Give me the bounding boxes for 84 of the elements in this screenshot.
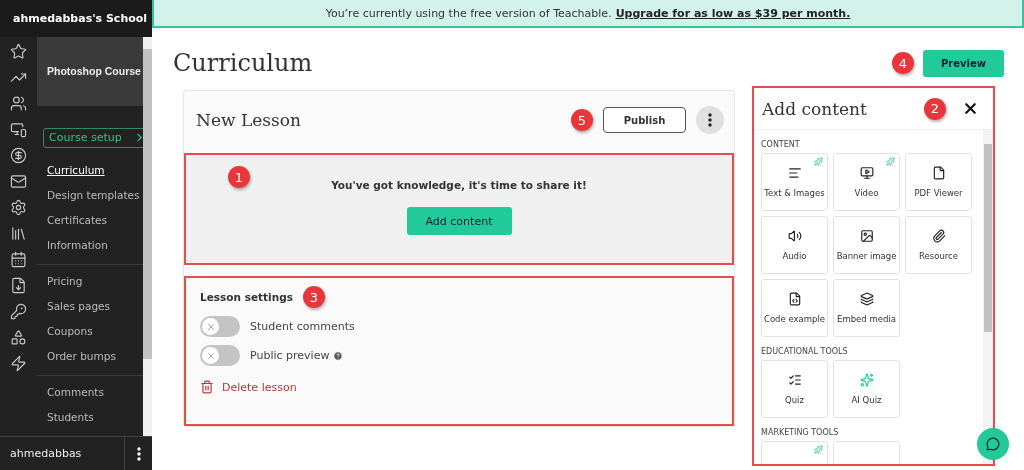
- shapes-icon[interactable]: [10, 329, 27, 346]
- content-tile[interactable]: Video: [833, 153, 900, 211]
- toggle-label: Student comments: [250, 320, 355, 333]
- sparkle-icon: [814, 157, 823, 166]
- chat-icon: [986, 437, 1000, 451]
- nav-item[interactable]: Curriculum: [47, 158, 143, 183]
- mail-icon[interactable]: [10, 173, 27, 190]
- calendar-icon[interactable]: [10, 251, 27, 268]
- toggle-switch[interactable]: [200, 345, 240, 366]
- toggle-label: Public preview: [250, 349, 330, 362]
- page-title: Curriculum: [173, 49, 313, 77]
- devices-icon[interactable]: [10, 121, 27, 138]
- content-tile[interactable]: Quiz: [761, 360, 828, 418]
- help-icon[interactable]: [333, 350, 344, 361]
- publish-button[interactable]: Publish: [603, 107, 686, 133]
- nav-item[interactable]: Comments: [47, 380, 143, 405]
- course-title: Photoshop Course: [37, 37, 143, 106]
- checklist-icon: [787, 373, 802, 387]
- scrollbar-thumb[interactable]: [143, 49, 152, 359]
- more-icon: [708, 113, 712, 127]
- more-icon: [136, 446, 141, 461]
- banner-text: You’re currently using the free version of Teachable.: [325, 6, 612, 20]
- content-tile[interactable]: Embed media: [833, 279, 900, 337]
- settings-icon[interactable]: [10, 199, 27, 216]
- code-icon: [787, 292, 802, 306]
- close-icon: [962, 100, 979, 117]
- video-icon: [859, 166, 874, 180]
- trash-icon: [200, 380, 214, 394]
- nav-item[interactable]: Certificates: [47, 208, 143, 233]
- user-name: ahmedabbas: [10, 447, 82, 460]
- upgrade-link[interactable]: Upgrade for as low as $39 per month.: [615, 6, 851, 20]
- empty-state-message: You've got knowledge, it's time to share it!: [331, 179, 587, 191]
- callout-badge: 2: [924, 97, 946, 120]
- section-title: MARKETING TOOLS: [761, 428, 840, 437]
- callout-badge: 4: [892, 52, 914, 74]
- nav-item[interactable]: Information: [47, 233, 143, 258]
- users-icon[interactable]: [10, 95, 27, 112]
- sparkle-icon: [886, 157, 895, 166]
- nav-item[interactable]: Order bumps: [47, 344, 143, 369]
- nav-item[interactable]: Pricing: [47, 269, 143, 294]
- speaker-icon: [787, 229, 802, 243]
- x-icon: [205, 350, 216, 361]
- toggle-switch[interactable]: [200, 316, 240, 337]
- school-name: ahmedabbas's School: [0, 0, 152, 37]
- preview-button[interactable]: Preview: [923, 49, 1004, 77]
- content-tile[interactable]: PDF Viewer: [905, 153, 972, 211]
- content-tile[interactable]: Code example: [761, 279, 828, 337]
- close-button[interactable]: [962, 100, 979, 117]
- nav-item[interactable]: Design templates: [47, 183, 143, 208]
- file-icon[interactable]: [10, 277, 27, 294]
- image-icon: [859, 229, 874, 243]
- lightning-icon[interactable]: [10, 355, 27, 372]
- content-tile[interactable]: Resource: [905, 216, 972, 274]
- scrollbar-thumb[interactable]: [984, 144, 992, 332]
- document-icon: [931, 166, 946, 180]
- nav-item[interactable]: Students: [47, 405, 143, 430]
- callout-badge: 3: [302, 286, 325, 308]
- chat-button[interactable]: [977, 428, 1009, 460]
- key-icon[interactable]: [10, 303, 27, 320]
- nav-item[interactable]: Coupons: [47, 319, 143, 344]
- more-button[interactable]: [696, 106, 724, 134]
- panel-title: Add content: [762, 98, 867, 119]
- section-title: EDUCATIONAL TOOLS: [761, 347, 849, 356]
- content-tile[interactable]: Text & Images: [761, 153, 828, 211]
- content-tile[interactable]: AI Quiz: [833, 360, 900, 418]
- paperclip-icon: [931, 229, 946, 243]
- lesson-title: New Lesson: [196, 110, 301, 130]
- content-tile[interactable]: Banner image: [833, 216, 900, 274]
- callout-badge: 1: [228, 166, 250, 188]
- sparkle-icon: [814, 445, 823, 454]
- x-icon: [205, 321, 216, 332]
- library-icon[interactable]: [10, 225, 27, 242]
- content-tile[interactable]: Audio: [761, 216, 828, 274]
- section-title: CONTENT: [761, 140, 801, 149]
- star-icon[interactable]: [10, 43, 27, 60]
- nav-item[interactable]: Sales pages: [47, 294, 143, 319]
- settings-title: Lesson settings: [200, 291, 293, 303]
- add-content-button[interactable]: Add content: [406, 207, 512, 235]
- delete-lesson-link[interactable]: Delete lesson: [200, 380, 718, 394]
- dollar-icon[interactable]: [10, 147, 27, 164]
- sparkles-icon: [859, 373, 874, 387]
- callout-badge: 5: [571, 109, 593, 131]
- layers-icon: [859, 292, 874, 306]
- lines-icon: [787, 166, 802, 180]
